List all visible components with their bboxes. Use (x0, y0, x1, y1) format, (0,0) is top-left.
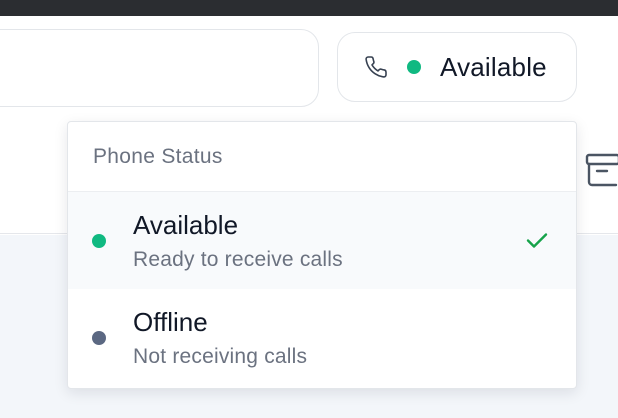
offline-dot (92, 330, 106, 345)
status-dot (407, 60, 421, 74)
window-top-strip (0, 0, 618, 16)
search-input[interactable] (0, 29, 319, 107)
option-available[interactable]: Available Ready to receive calls (68, 192, 576, 289)
check-icon (523, 226, 551, 254)
option-description: Not receiving calls (133, 345, 308, 368)
option-description: Ready to receive calls (133, 248, 343, 271)
available-dot (92, 233, 106, 248)
status-label: Available (440, 51, 547, 82)
option-text: Offline Not receiving calls (133, 307, 307, 371)
option-text: Available Ready to receive calls (133, 210, 343, 274)
phone-status-dropdown: Phone Status Available Ready to receive … (67, 121, 577, 389)
phone-icon (364, 55, 388, 79)
option-title: Offline (133, 307, 208, 337)
archive-icon[interactable] (584, 152, 618, 188)
dropdown-header: Phone Status (68, 122, 576, 192)
option-title: Available (133, 210, 239, 240)
phone-status-button[interactable]: Available (337, 32, 577, 102)
option-offline[interactable]: Offline Not receiving calls (68, 289, 576, 386)
